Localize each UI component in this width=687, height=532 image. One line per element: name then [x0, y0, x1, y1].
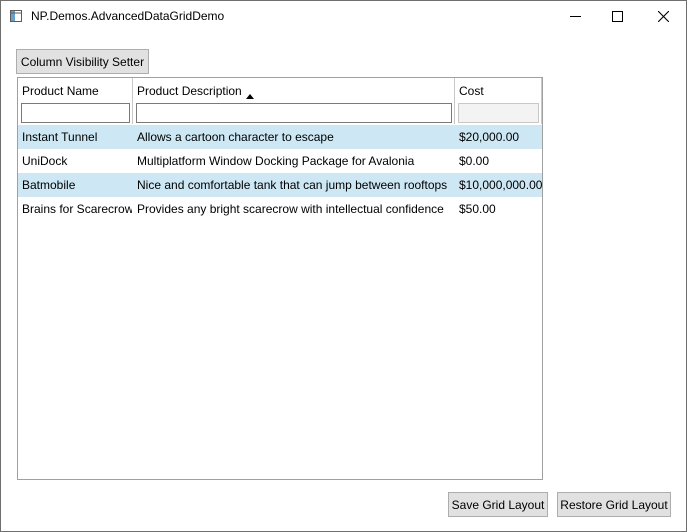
column-header-product-name[interactable]: Product Name	[18, 78, 133, 124]
cell-product-description: Provides any bright scarecrow with intel…	[137, 202, 444, 216]
cell-cost: $10,000,000.00	[459, 178, 542, 192]
minimize-button[interactable]	[552, 1, 598, 32]
column-header-cost[interactable]: Cost	[455, 78, 542, 124]
column-header-label: Cost	[459, 84, 484, 98]
table-row[interactable]: Brains for Scarecrow Provides any bright…	[18, 197, 542, 221]
cell-product-name: Instant Tunnel	[22, 130, 98, 144]
column-header-label: Product Name	[22, 84, 99, 98]
restore-grid-layout-button[interactable]: Restore Grid Layout	[557, 492, 671, 517]
cell-product-description: Allows a cartoon character to escape	[137, 130, 334, 144]
title-bar[interactable]: NP.Demos.AdvancedDataGridDemo	[1, 1, 686, 32]
app-window: NP.Demos.AdvancedDataGridDemo Column Vis…	[0, 0, 687, 532]
grid-header-row: Product Name Product Description Cost	[18, 78, 542, 124]
cell-cost: $0.00	[459, 154, 490, 168]
cell-product-description: Nice and comfortable tank that can jump …	[137, 178, 448, 192]
cell-product-name: Batmobile	[22, 178, 76, 192]
column-header-product-description[interactable]: Product Description	[133, 78, 455, 124]
column-header-label: Product Description	[137, 84, 242, 98]
table-row[interactable]: UniDock Multiplatform Window Docking Pac…	[18, 149, 542, 173]
filter-input-product-description[interactable]	[136, 103, 452, 123]
table-row[interactable]: Instant Tunnel Allows a cartoon characte…	[18, 125, 542, 149]
app-window-icon	[10, 10, 22, 22]
maximize-icon	[611, 11, 623, 22]
cell-product-name: UniDock	[22, 154, 68, 168]
filter-input-product-name[interactable]	[21, 103, 130, 123]
column-visibility-setter-button[interactable]: Column Visibility Setter	[16, 49, 149, 74]
filter-input-cost	[458, 103, 539, 123]
table-row[interactable]: Batmobile Nice and comfortable tank that…	[18, 173, 542, 197]
sort-ascending-icon	[246, 88, 254, 102]
cell-product-name: Brains for Scarecrow	[22, 202, 132, 216]
maximize-button[interactable]	[594, 1, 640, 32]
cell-product-description: Multiplatform Window Docking Package for…	[137, 154, 415, 168]
close-button[interactable]	[640, 1, 686, 32]
minimize-icon	[569, 11, 581, 22]
window-title: NP.Demos.AdvancedDataGridDemo	[31, 9, 225, 23]
cell-cost: $20,000.00	[459, 130, 520, 144]
save-grid-layout-button[interactable]: Save Grid Layout	[448, 492, 548, 517]
cell-cost: $50.00	[459, 202, 496, 216]
advanced-data-grid[interactable]: Product Name Product Description Cost In…	[17, 77, 543, 480]
close-icon	[657, 11, 669, 22]
